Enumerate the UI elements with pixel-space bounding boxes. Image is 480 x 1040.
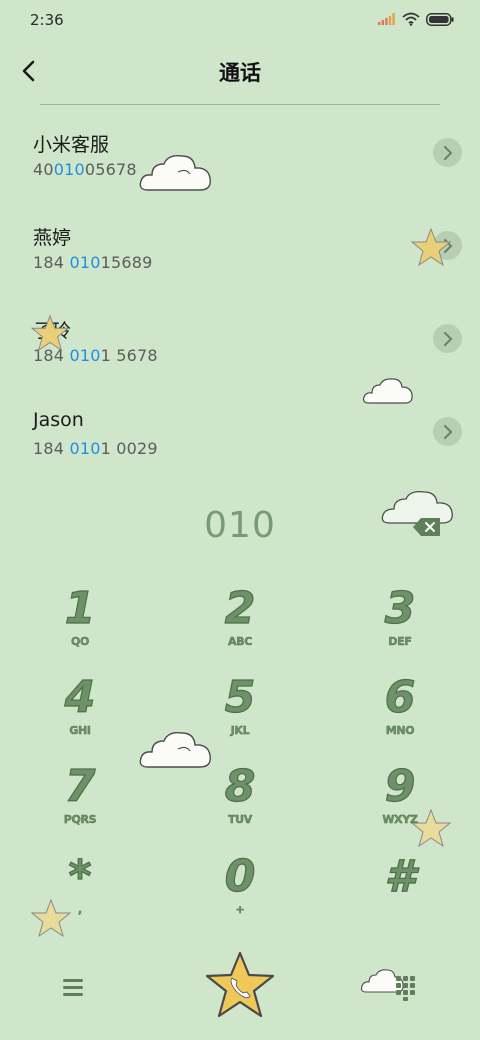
signal-icon (378, 13, 395, 25)
contact-row[interactable]: 燕婷 184 01015689 (0, 223, 480, 313)
key-4[interactable]: 4 GHI (0, 673, 160, 762)
key-2[interactable]: 2 ABC (160, 584, 320, 673)
backspace-icon[interactable] (412, 516, 442, 538)
star-icon (410, 227, 452, 267)
contact-detail-button[interactable] (433, 324, 462, 353)
key-6[interactable]: 6 MNO (320, 673, 480, 762)
contact-name: Jason (33, 409, 84, 431)
contact-number: 4001005678 (33, 160, 137, 179)
cloud-icon (362, 378, 413, 404)
contact-name: 小米客服 (33, 134, 110, 156)
chevron-right-icon (443, 424, 452, 439)
bottom-bar (0, 950, 480, 1030)
key-5[interactable]: 5 JKL (160, 673, 320, 762)
page-title: 通话 (219, 61, 261, 85)
key-1[interactable]: 1 QO (0, 584, 160, 673)
wifi-icon (402, 12, 420, 26)
status-icons (378, 12, 454, 26)
status-bar: 2:36 (0, 0, 480, 40)
status-time: 2:36 (30, 11, 64, 29)
dialpad-icon[interactable] (360, 962, 420, 1002)
key-8[interactable]: 8 TUV (160, 762, 320, 851)
star-icon (30, 314, 70, 352)
battery-icon (426, 12, 454, 26)
header-divider (40, 104, 440, 105)
contact-detail-button[interactable] (433, 417, 462, 446)
key-hash[interactable]: # (320, 852, 480, 941)
chevron-right-icon (443, 145, 452, 160)
key-star[interactable]: * , (0, 852, 160, 941)
contact-name: 燕婷 (33, 227, 72, 249)
menu-icon[interactable] (58, 972, 88, 1002)
key-9[interactable]: 9 WXYZ (320, 762, 480, 851)
contact-row[interactable]: 小米客服 4001005678 (0, 130, 480, 220)
cloud-icon (139, 154, 211, 191)
contact-row[interactable]: Jason 184 0101 0029 (0, 409, 480, 499)
contact-number: 184 01015689 (33, 253, 153, 272)
chevron-right-icon (443, 331, 452, 346)
contact-detail-button[interactable] (433, 138, 462, 167)
dialed-number: 010 (204, 505, 276, 546)
key-0[interactable]: 0 + (160, 852, 320, 941)
call-button[interactable] (203, 950, 277, 1022)
header: 通话 (0, 48, 480, 94)
key-7[interactable]: 7 PQRS (0, 762, 160, 851)
key-3[interactable]: 3 DEF (320, 584, 480, 673)
contact-number: 184 0101 0029 (33, 439, 158, 458)
